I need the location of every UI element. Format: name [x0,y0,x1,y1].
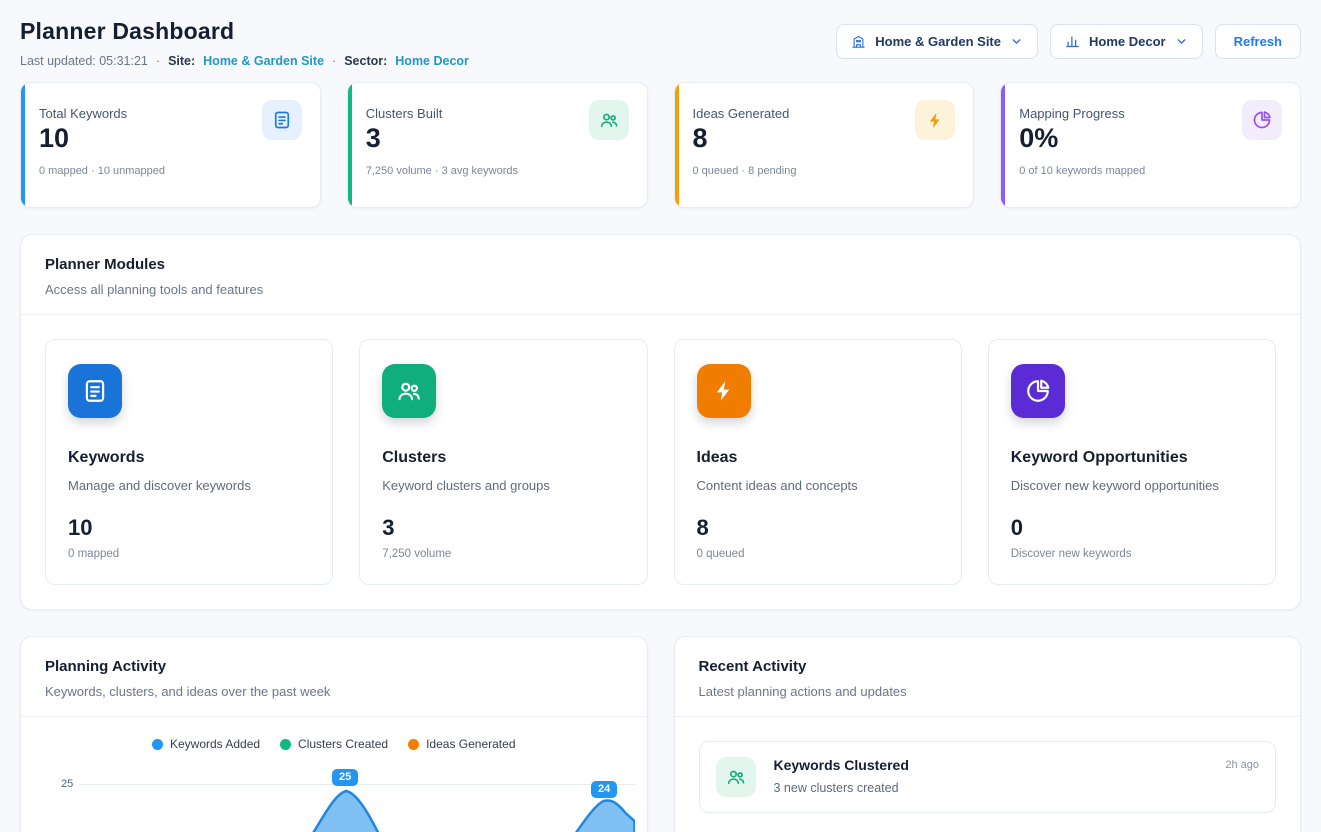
chart-legend: Keywords Added Clusters Created Ideas Ge… [21,717,647,755]
data-point-label: 24 [591,781,617,798]
stat-subtext: 0 mapped · 10 unmapped [39,165,302,177]
module-title: Keyword Opportunities [1011,449,1253,467]
stat-card-total-keywords: Total Keywords 10 0 mapped · 10 unmapped [20,82,321,208]
legend-dot-blue [152,739,163,750]
stat-value: 8 [693,123,790,154]
module-value: 10 [68,515,310,541]
module-subtext: 7,250 volume [382,548,624,560]
legend-dot-orange [408,739,419,750]
data-point-label: 25 [332,769,358,786]
legend-item-ideas-generated[interactable]: Ideas Generated [408,737,515,751]
meta-separator: · [156,54,160,68]
planning-activity-chart: 25 25 24 [21,763,647,832]
module-value: 8 [697,515,939,541]
chevron-down-icon [1010,35,1023,48]
stat-label: Clusters Built [366,100,443,121]
sector-link[interactable]: Home Decor [395,54,469,68]
module-subtext: 0 mapped [68,548,310,560]
legend-label: Ideas Generated [426,737,515,751]
sector-label: Sector: [344,54,387,68]
header-controls: Home & Garden Site Home Decor Refresh [836,24,1301,59]
last-updated-text: Last updated: 05:31:21 [20,54,148,68]
page-title: Planner Dashboard [20,18,469,45]
module-card-clusters[interactable]: Clusters Keyword clusters and groups 3 7… [359,339,647,585]
stat-value: 3 [366,123,443,154]
recent-activity-title: Recent Activity [699,658,1277,675]
breadcrumb: Last updated: 05:31:21 · Site: Home & Ga… [20,54,469,68]
module-title: Ideas [697,449,939,467]
module-description: Keyword clusters and groups [382,478,624,493]
module-value: 3 [382,515,624,541]
module-card-keywords[interactable]: Keywords Manage and discover keywords 10… [45,339,333,585]
chevron-down-icon [1175,35,1188,48]
activity-item-keywords-clustered: Keywords Clustered 3 new clusters create… [699,741,1277,813]
users-icon [382,364,436,418]
module-card-ideas[interactable]: Ideas Content ideas and concepts 8 0 que… [674,339,962,585]
activity-title: Keywords Clustered [774,757,1208,773]
stat-label: Ideas Generated [693,100,790,121]
stat-value: 10 [39,123,127,154]
module-description: Content ideas and concepts [697,478,939,493]
module-description: Manage and discover keywords [68,478,310,493]
planner-modules-panel: Planner Modules Access all planning tool… [20,234,1301,610]
site-link[interactable]: Home & Garden Site [203,54,324,68]
building-icon [851,34,866,49]
users-icon [589,100,629,140]
header-left: Planner Dashboard Last updated: 05:31:21… [20,18,469,68]
stat-card-clusters-built: Clusters Built 3 7,250 volume · 3 avg ke… [347,82,648,208]
document-icon [68,364,122,418]
stat-card-mapping-progress: Mapping Progress 0% 0 of 10 keywords map… [1000,82,1301,208]
legend-label: Clusters Created [298,737,388,751]
module-value: 0 [1011,515,1253,541]
stat-card-ideas-generated: Ideas Generated 8 0 queued · 8 pending [674,82,975,208]
y-axis-tick: 25 [61,778,73,790]
planning-activity-subtitle: Keywords, clusters, and ideas over the p… [45,684,623,699]
stat-subtext: 0 of 10 keywords mapped [1019,165,1282,177]
modules-grid: Keywords Manage and discover keywords 10… [21,315,1300,609]
site-selector-value: Home & Garden Site [875,34,1001,49]
module-subtext: Discover new keywords [1011,548,1253,560]
bar-chart-icon [1065,34,1080,49]
module-card-keyword-opportunities[interactable]: Keyword Opportunities Discover new keywo… [988,339,1276,585]
bottom-row: Planning Activity Keywords, clusters, an… [20,636,1301,832]
module-title: Clusters [382,449,624,467]
modules-section-subtitle: Access all planning tools and features [45,282,1276,297]
sector-selector-dropdown[interactable]: Home Decor [1050,24,1203,59]
document-icon [262,100,302,140]
module-subtext: 0 queued [697,548,939,560]
stat-subtext: 0 queued · 8 pending [693,165,956,177]
stat-label: Mapping Progress [1019,100,1125,121]
site-selector-dropdown[interactable]: Home & Garden Site [836,24,1038,59]
pie-chart-icon [1011,364,1065,418]
recent-activity-panel: Recent Activity Latest planning actions … [674,636,1302,832]
module-description: Discover new keyword opportunities [1011,478,1253,493]
stat-subtext: 7,250 volume · 3 avg keywords [366,165,629,177]
site-label: Site: [168,54,195,68]
legend-label: Keywords Added [170,737,260,751]
activity-description: 3 new clusters created [774,781,1208,795]
page-header: Planner Dashboard Last updated: 05:31:21… [0,0,1321,82]
pie-chart-icon [1242,100,1282,140]
module-title: Keywords [68,449,310,467]
sector-selector-value: Home Decor [1089,34,1166,49]
legend-item-clusters-created[interactable]: Clusters Created [280,737,388,751]
legend-dot-green [280,739,291,750]
recent-activity-subtitle: Latest planning actions and updates [699,684,1277,699]
refresh-button[interactable]: Refresh [1215,24,1301,59]
bolt-icon [915,100,955,140]
legend-item-keywords-added[interactable]: Keywords Added [152,737,260,751]
modules-section-title: Planner Modules [45,256,1276,273]
meta-separator: · [332,54,336,68]
stat-label: Total Keywords [39,100,127,121]
stats-row: Total Keywords 10 0 mapped · 10 unmapped… [0,82,1321,208]
activity-timestamp: 2h ago [1225,757,1259,771]
users-icon [716,757,756,797]
planning-activity-panel: Planning Activity Keywords, clusters, an… [20,636,648,832]
stat-value: 0% [1019,123,1125,154]
planning-activity-title: Planning Activity [45,658,623,675]
activity-list: Keywords Clustered 3 new clusters create… [675,717,1301,832]
bolt-icon [697,364,751,418]
